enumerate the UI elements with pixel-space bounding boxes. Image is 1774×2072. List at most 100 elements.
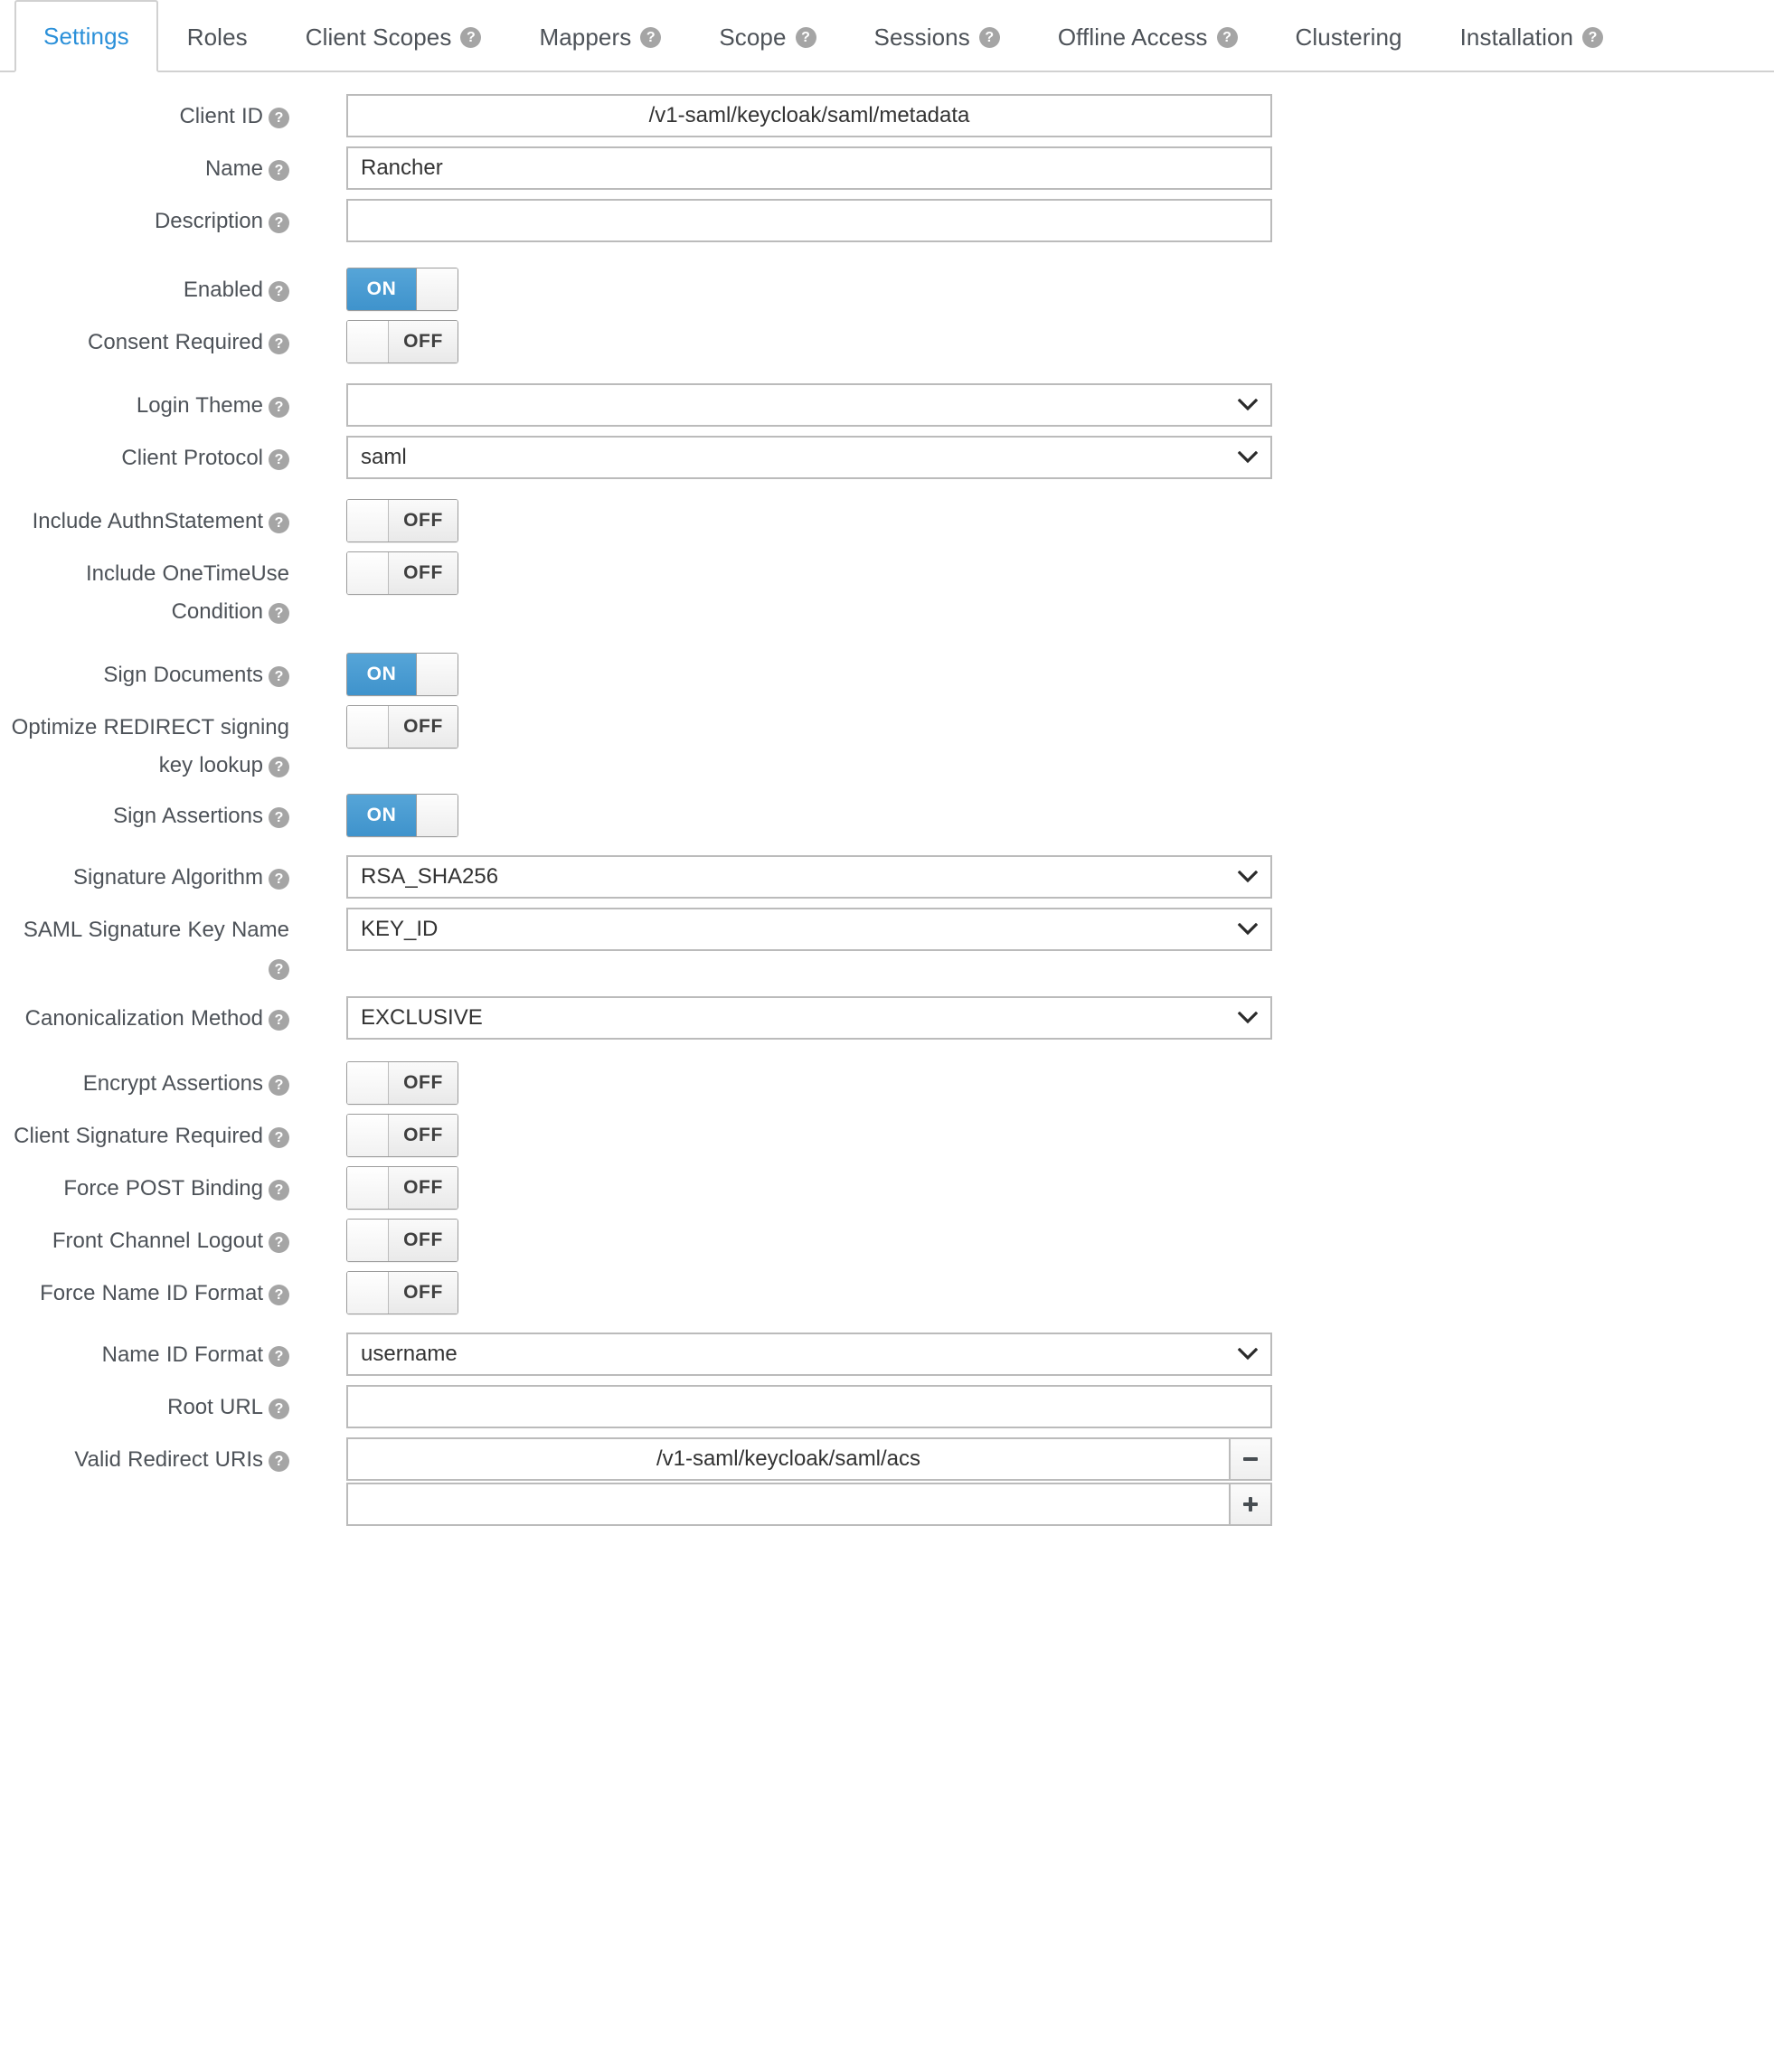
label-text: Client ID bbox=[179, 104, 263, 128]
help-icon[interactable]: ? bbox=[640, 26, 662, 48]
help-icon[interactable]: ? bbox=[269, 1180, 289, 1201]
client-id-input[interactable] bbox=[346, 94, 1272, 137]
name-input[interactable] bbox=[346, 146, 1272, 190]
client-protocol-select[interactable] bbox=[346, 436, 1272, 479]
tab-clustering[interactable]: Clustering bbox=[1267, 0, 1431, 72]
label-text: Name bbox=[204, 156, 263, 181]
help-icon[interactable]: ? bbox=[269, 1075, 289, 1096]
label-text: Consent Required bbox=[88, 330, 263, 354]
form-row-name-id-format: Name ID Format? bbox=[0, 1331, 1774, 1376]
help-icon[interactable]: ? bbox=[269, 1346, 289, 1367]
help-icon[interactable]: ? bbox=[269, 757, 289, 777]
form-row-name: Name? bbox=[0, 145, 1774, 190]
login-theme-select[interactable] bbox=[346, 383, 1272, 427]
help-icon[interactable]: ? bbox=[269, 334, 289, 354]
help-icon[interactable]: ? bbox=[978, 26, 1000, 48]
label-text: Name ID Format bbox=[101, 1342, 263, 1367]
tab-settings[interactable]: Settings bbox=[14, 0, 158, 72]
tab-client-scopes[interactable]: Client Scopes ? bbox=[277, 0, 511, 72]
help-icon[interactable]: ? bbox=[269, 1127, 289, 1148]
toggle-state-label: OFF bbox=[389, 1062, 458, 1104]
field-label: Include OneTimeUse Condition? bbox=[0, 550, 298, 631]
help-icon[interactable]: ? bbox=[269, 212, 289, 233]
help-icon[interactable]: ? bbox=[269, 1010, 289, 1031]
help-icon[interactable]: ? bbox=[269, 281, 289, 302]
form-row-sign-assertions: Sign Assertions? ON bbox=[0, 792, 1774, 837]
help-icon[interactable]: ? bbox=[269, 603, 289, 624]
saml-signature-key-name-select[interactable] bbox=[346, 908, 1272, 951]
help-icon[interactable]: ? bbox=[269, 1399, 289, 1419]
valid-redirect-uri-input[interactable] bbox=[346, 1437, 1229, 1481]
include-onetimeuse-condition-toggle[interactable]: OFF bbox=[346, 551, 458, 595]
sign-documents-toggle[interactable]: ON bbox=[346, 653, 458, 696]
encrypt-assertions-toggle[interactable]: OFF bbox=[346, 1061, 458, 1105]
description-input[interactable] bbox=[346, 199, 1272, 242]
help-icon[interactable]: ? bbox=[269, 449, 289, 470]
field-label: Login Theme? bbox=[0, 381, 298, 425]
force-name-id-format-toggle[interactable]: OFF bbox=[346, 1271, 458, 1314]
client-settings-form: Client ID? Name? Description? Enabled? O… bbox=[0, 72, 1774, 1526]
label-text: Force POST Binding bbox=[63, 1176, 263, 1201]
valid-redirect-uri-input[interactable] bbox=[346, 1483, 1229, 1526]
client-signature-required-toggle[interactable]: OFF bbox=[346, 1114, 458, 1157]
toggle-knob bbox=[347, 1272, 389, 1314]
help-icon[interactable]: ? bbox=[1216, 26, 1238, 48]
tab-scope[interactable]: Scope ? bbox=[690, 0, 845, 72]
help-icon[interactable]: ? bbox=[269, 513, 289, 533]
root-url-input[interactable] bbox=[346, 1385, 1272, 1428]
canonicalization-method-select[interactable] bbox=[346, 996, 1272, 1040]
remove-redirect-uri-button[interactable] bbox=[1229, 1437, 1272, 1481]
label-text: SAML Signature Key Name bbox=[23, 918, 289, 942]
label-text: Login Theme bbox=[136, 393, 263, 418]
label-text: Valid Redirect URIs bbox=[74, 1447, 263, 1472]
front-channel-logout-toggle[interactable]: OFF bbox=[346, 1219, 458, 1262]
enabled-toggle[interactable]: ON bbox=[346, 268, 458, 311]
help-icon[interactable]: ? bbox=[269, 397, 289, 418]
help-icon[interactable]: ? bbox=[1582, 26, 1604, 48]
toggle-state-label: OFF bbox=[389, 1220, 458, 1261]
tab-label: Mappers bbox=[539, 23, 632, 51]
tab-installation[interactable]: Installation ? bbox=[1431, 0, 1633, 72]
name-id-format-select[interactable] bbox=[346, 1333, 1272, 1376]
toggle-knob bbox=[416, 654, 458, 695]
tab-offline-access[interactable]: Offline Access ? bbox=[1029, 0, 1267, 72]
help-icon[interactable]: ? bbox=[269, 108, 289, 128]
field-label: Sign Assertions? bbox=[0, 792, 298, 835]
add-redirect-uri-button[interactable] bbox=[1229, 1483, 1272, 1526]
help-icon[interactable]: ? bbox=[795, 26, 816, 48]
tab-roles[interactable]: Roles bbox=[158, 0, 277, 72]
help-icon[interactable]: ? bbox=[269, 666, 289, 687]
help-icon[interactable]: ? bbox=[269, 1232, 289, 1253]
tab-label: Offline Access bbox=[1057, 23, 1208, 51]
help-icon[interactable]: ? bbox=[269, 1451, 289, 1472]
valid-redirect-uris-list bbox=[346, 1437, 1272, 1526]
form-row-sign-documents: Sign Documents? ON bbox=[0, 651, 1774, 696]
help-icon[interactable]: ? bbox=[269, 807, 289, 828]
help-icon[interactable]: ? bbox=[269, 1285, 289, 1305]
force-post-binding-toggle[interactable]: OFF bbox=[346, 1166, 458, 1210]
form-row-enabled: Enabled? ON bbox=[0, 266, 1774, 311]
tab-mappers[interactable]: Mappers ? bbox=[510, 0, 690, 72]
label-text: Client Protocol bbox=[121, 446, 263, 470]
help-icon[interactable]: ? bbox=[269, 959, 289, 980]
consent-required-toggle[interactable]: OFF bbox=[346, 320, 458, 363]
help-icon[interactable]: ? bbox=[269, 869, 289, 890]
help-icon[interactable]: ? bbox=[460, 26, 482, 48]
sign-assertions-toggle[interactable]: ON bbox=[346, 794, 458, 837]
help-icon[interactable]: ? bbox=[269, 160, 289, 181]
form-row-root-url: Root URL? bbox=[0, 1383, 1774, 1428]
include-authnstatement-toggle[interactable]: OFF bbox=[346, 499, 458, 542]
optimize-redirect-toggle[interactable]: OFF bbox=[346, 705, 458, 749]
field-label: Name ID Format? bbox=[0, 1331, 298, 1374]
form-row-front-channel-logout: Front Channel Logout? OFF bbox=[0, 1217, 1774, 1262]
form-row-include-authnstatement: Include AuthnStatement? OFF bbox=[0, 497, 1774, 542]
field-label: Client Protocol? bbox=[0, 434, 298, 477]
label-text: Encrypt Assertions bbox=[82, 1071, 263, 1096]
toggle-knob bbox=[416, 795, 458, 836]
form-row-client-protocol: Client Protocol? bbox=[0, 434, 1774, 479]
signature-algorithm-select[interactable] bbox=[346, 855, 1272, 899]
form-row-client-id: Client ID? bbox=[0, 92, 1774, 137]
tab-sessions[interactable]: Sessions ? bbox=[845, 0, 1029, 72]
toggle-knob bbox=[347, 1220, 389, 1261]
field-label: Description? bbox=[0, 197, 298, 240]
